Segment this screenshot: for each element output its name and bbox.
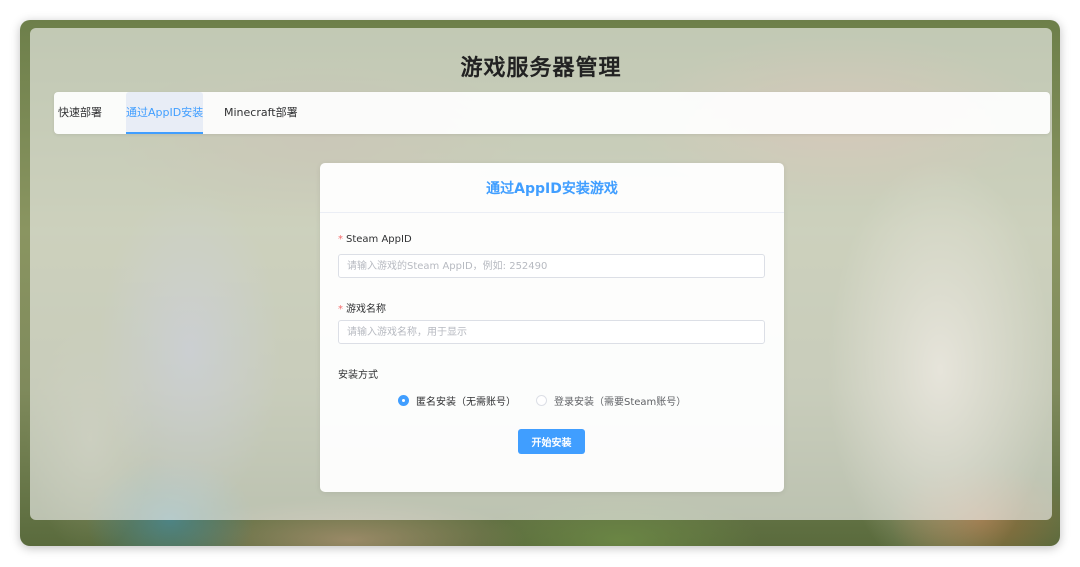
install-form-card: 通过AppID安装游戏 *Steam AppID *游戏名称 安装方式 匿名安装…	[320, 163, 784, 492]
tab-quick-deploy[interactable]: 快速部署	[58, 92, 102, 132]
radio-unchecked-icon	[536, 394, 547, 406]
tab-bar: 快速部署 通过AppID安装 Minecraft部署	[54, 92, 1050, 134]
main-panel: 游戏服务器管理 快速部署 通过AppID安装 Minecraft部署 通过App…	[30, 28, 1052, 520]
game-name-input[interactable]	[338, 320, 765, 344]
game-name-label: * 游戏名称	[338, 300, 386, 315]
appid-label-text: Steam AppID	[346, 234, 412, 245]
radio-login-install[interactable]: 登录安装（需要Steam账号）	[536, 392, 686, 408]
form-title: 通过AppID安装游戏	[320, 163, 784, 213]
game-name-label-text: 游戏名称	[346, 304, 386, 315]
required-mark: *	[338, 304, 343, 315]
install-mode-label: 安装方式	[338, 370, 378, 381]
radio-anonymous-install[interactable]: 匿名安装（无需账号）	[398, 392, 516, 408]
page-title: 游戏服务器管理	[460, 56, 622, 81]
tab-minecraft-deploy[interactable]: Minecraft部署	[224, 92, 298, 132]
radio-checked-icon	[398, 394, 409, 406]
appid-label: * Steam AppID	[338, 234, 412, 245]
radio-login-label: 登录安装（需要Steam账号）	[554, 396, 687, 408]
appid-input[interactable]	[338, 254, 765, 278]
required-mark: *	[338, 234, 343, 245]
app-window: 游戏服务器管理 快速部署 通过AppID安装 Minecraft部署 通过App…	[20, 20, 1060, 546]
radio-anonymous-label: 匿名安装（无需账号）	[416, 396, 516, 408]
start-install-button[interactable]: 开始安装	[518, 429, 585, 454]
tab-install-by-appid[interactable]: 通过AppID安装	[126, 92, 204, 134]
